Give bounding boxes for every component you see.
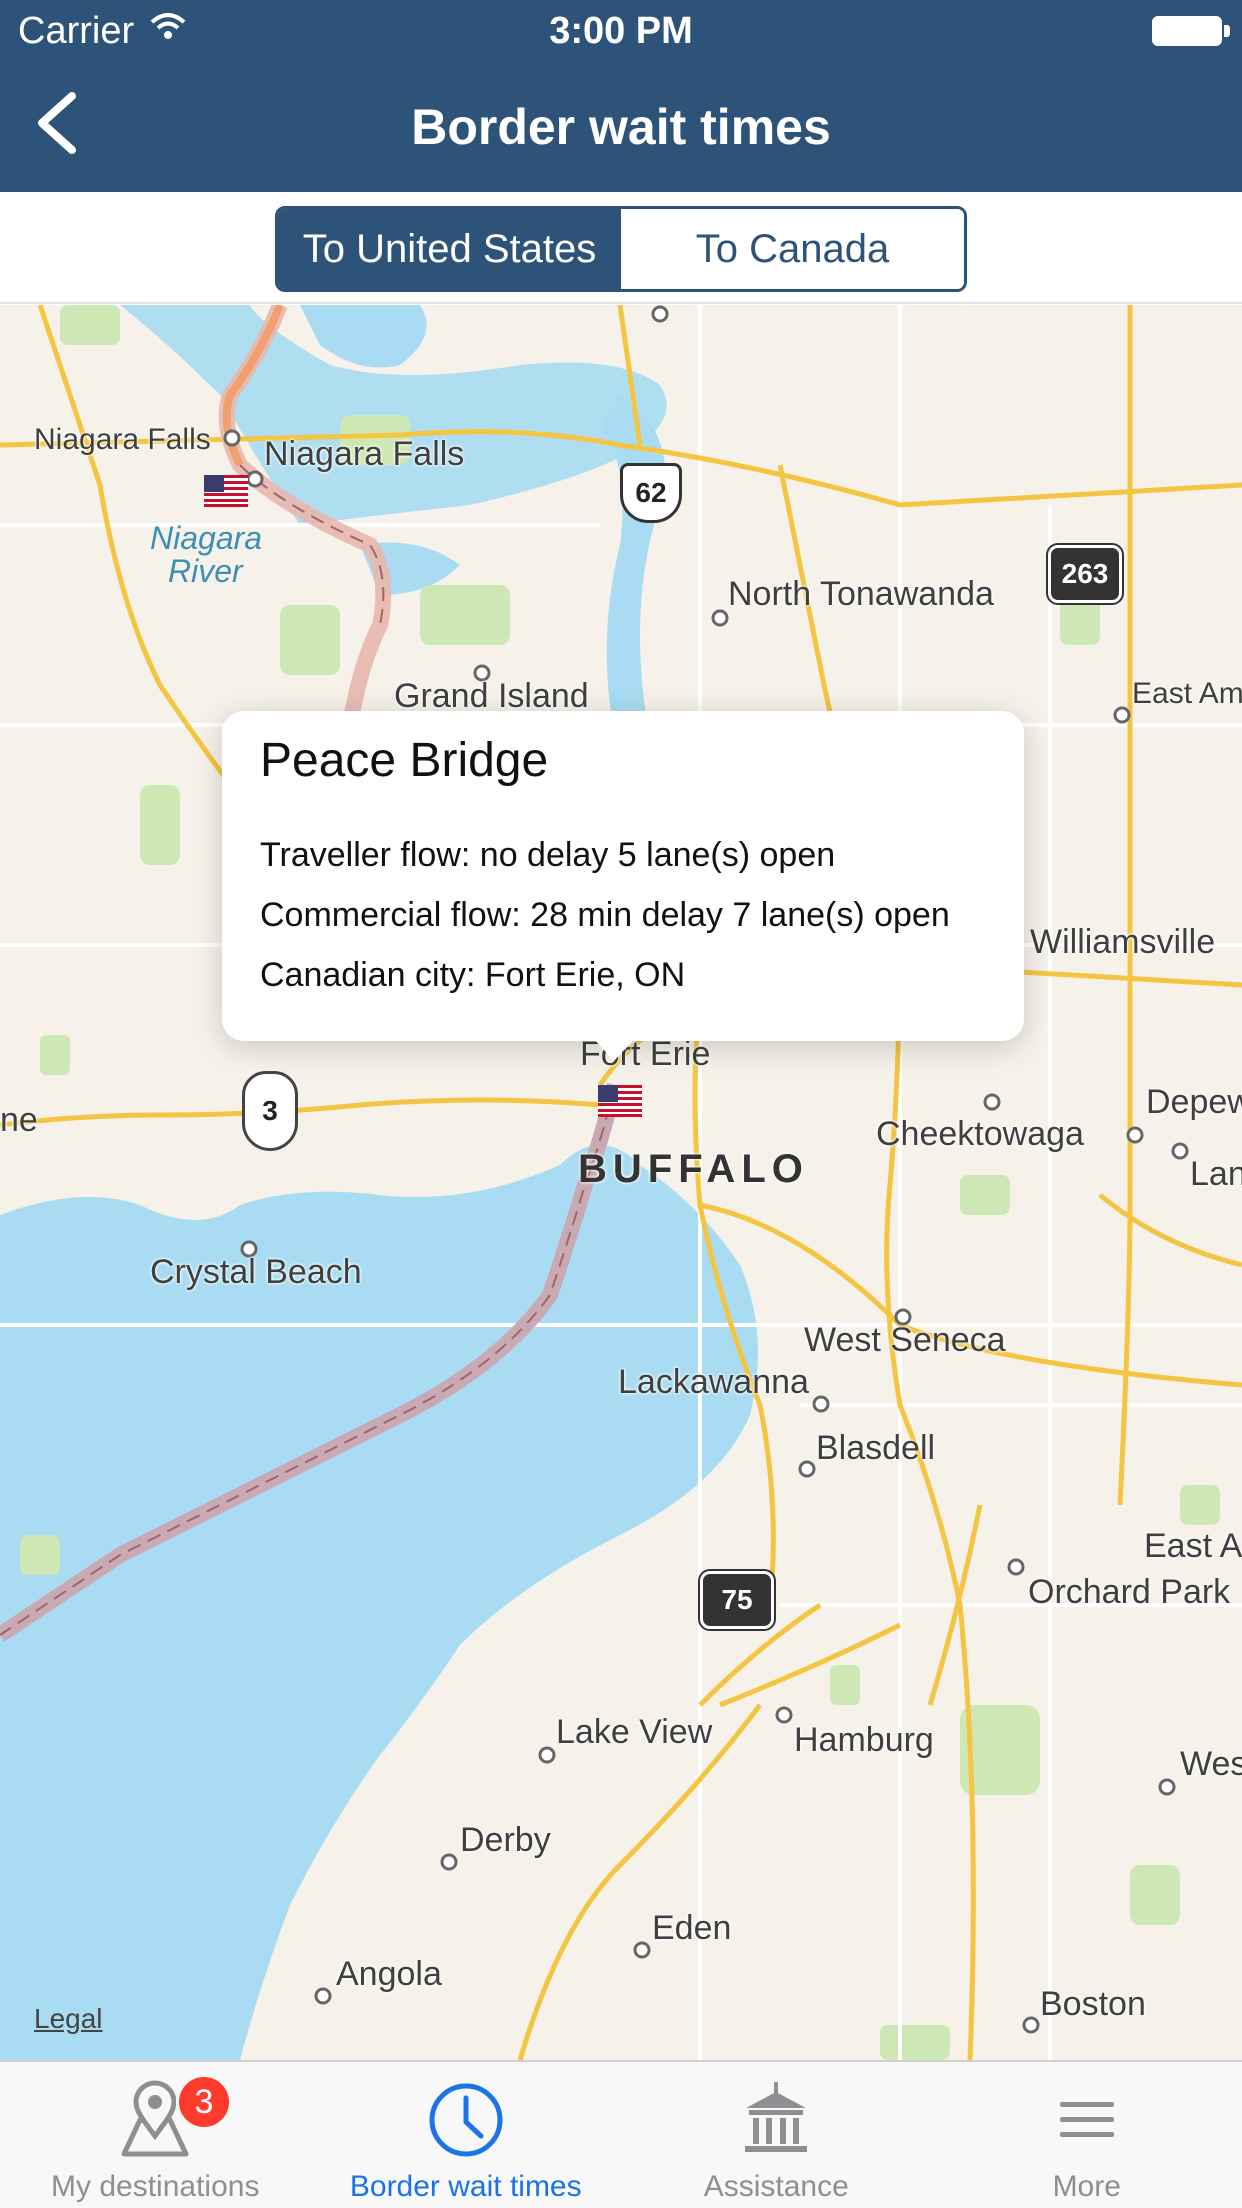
segment-to-canada[interactable]: To Canada [621,209,964,289]
route-3-shield: 3 [242,1071,298,1151]
route-62-shield: 62 [620,463,682,523]
label-niagara-falls-on: Niagara Falls [34,423,211,456]
label-ne: ne [0,1101,38,1139]
label-lan: Lan [1190,1155,1242,1193]
direction-segmented-control: To United States To Canada [275,206,967,292]
label-north-tonawanda: North Tonawanda [728,575,994,613]
notification-badge: 3 [176,2074,232,2130]
route-75-shield: 75 [700,1571,774,1629]
label-cheektowaga: Cheektowaga [876,1115,1084,1153]
status-bar: Carrier 3:00 PM [0,0,1242,60]
menu-icon [1059,2102,1114,2137]
nav-bar: Border wait times [0,60,1242,192]
tab-label-my-destinations: My destinations [51,2170,260,2203]
label-boston: Boston [1040,1985,1146,2023]
legal-link[interactable]: Legal [34,2003,103,2035]
label-crystal-beach: Crystal Beach [150,1253,362,1291]
us-flag-icon[interactable] [204,475,248,507]
label-orchard-park: Orchard Park [1028,1573,1231,1611]
label-williamsville: Williamsville [1030,923,1216,961]
crossing-callout[interactable]: Peace Bridge Traveller flow: no delay 5 … [222,711,1024,1041]
canadian-city: Canadian city: Fort Erie, ON [260,956,686,994]
label-lackawanna: Lackawanna [618,1363,809,1401]
label-niagara-falls-ny: Niagara Falls [264,435,465,473]
status-time: 3:00 PM [549,10,693,52]
tab-border-wait-times[interactable]: Border wait times [311,2062,622,2208]
battery-tip [1224,25,1230,37]
building-icon [745,2082,808,2152]
callout-title: Peace Bridge [260,734,549,787]
commercial-flow: Commercial flow: 28 min delay 7 lane(s) … [260,896,950,934]
label-west-seneca: West Seneca [804,1321,1006,1359]
callout-pointer [592,1037,636,1061]
label-angola: Angola [336,1955,442,1993]
page-title: Border wait times [411,99,831,155]
label-west: West [1180,1745,1242,1783]
map-view[interactable]: Niagara Falls Niagara Falls Niagara Rive… [0,305,1242,2060]
segment-to-united-states[interactable]: To United States [278,209,621,289]
label-niagara-river-2: River [168,553,243,589]
label-derby: Derby [460,1821,551,1859]
tab-bar: 3 My destinations Border wait times Assi… [0,2060,1242,2208]
segment-bar: To United States To Canada [0,192,1242,304]
clock-icon [429,2083,503,2157]
label-east-au: East Au [1144,1527,1242,1565]
label-blasdell: Blasdell [816,1429,936,1467]
label-lake-view: Lake View [556,1713,713,1751]
battery-icon [1152,16,1222,46]
tab-label-border-wait-times: Border wait times [349,2170,582,2203]
traveller-flow: Traveller flow: no delay 5 lane(s) open [260,836,836,874]
tab-assistance[interactable]: Assistance [621,2062,932,2208]
app-header: Carrier 3:00 PM Border wait times [0,0,1242,192]
label-east-am: East Am [1132,677,1242,710]
tab-label-assistance: Assistance [703,2170,849,2203]
route-263-shield: 263 [1048,545,1122,603]
label-hamburg: Hamburg [794,1721,934,1759]
tab-my-destinations[interactable]: 3 My destinations [0,2062,311,2208]
tab-more[interactable]: More [932,2062,1242,2208]
tab-label-more: More [1052,2170,1121,2203]
us-flag-icon[interactable] [598,1085,642,1117]
label-buffalo: BUFFALO [578,1147,809,1191]
label-eden: Eden [652,1909,732,1947]
label-depew: Depew [1146,1083,1242,1121]
label-niagara-river-1: Niagara [150,520,263,556]
